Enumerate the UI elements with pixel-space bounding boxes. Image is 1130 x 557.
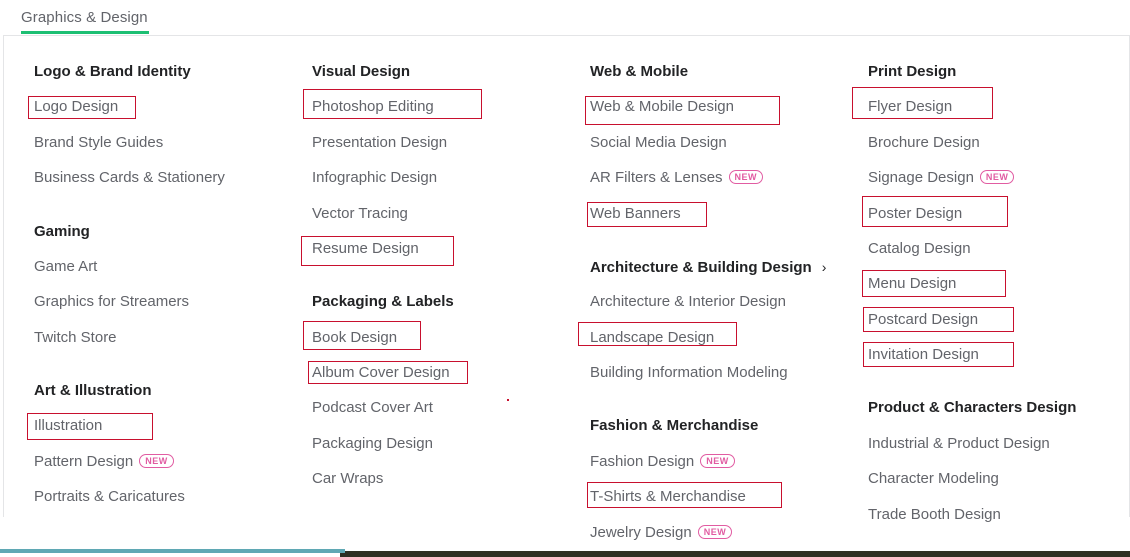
hero-image-edge xyxy=(340,551,1130,557)
menu-item-podcast-cover-art[interactable]: Podcast Cover Art xyxy=(312,399,433,417)
new-badge: NEW xyxy=(979,170,1015,184)
menu-item-pattern-design[interactable]: Pattern Design NEW xyxy=(34,453,174,471)
new-badge: NEW xyxy=(139,454,174,468)
menu-item-vector-tracing[interactable]: Vector Tracing xyxy=(312,205,408,223)
menu-heading-label: Architecture & Building Design xyxy=(590,259,812,276)
menu-heading-gaming: Gaming xyxy=(34,223,90,240)
menu-heading-web-mobile: Web & Mobile xyxy=(590,63,689,80)
menu-item-jewelry-design[interactable]: Jewelry Design NEW xyxy=(590,524,733,542)
menu-item-trade-booth-design[interactable]: Trade Booth Design xyxy=(868,506,1001,524)
new-badge: NEW xyxy=(700,454,735,468)
menu-item-packaging-design[interactable]: Packaging Design xyxy=(312,435,433,453)
menu-heading-visual-design: Visual Design xyxy=(312,63,411,80)
menu-item-tshirts-merchandise[interactable]: T-Shirts & Merchandise xyxy=(590,488,746,506)
menu-item-brochure-design[interactable]: Brochure Design xyxy=(868,134,980,152)
menu-item-graphics-for-streamers[interactable]: Graphics for Streamers xyxy=(34,293,189,311)
menu-item-label: AR Filters & Lenses xyxy=(590,169,723,186)
menu-item-landscape-design[interactable]: Landscape Design xyxy=(590,329,714,347)
menu-item-industrial-product-design[interactable]: Industrial & Product Design xyxy=(868,435,1050,453)
mega-menu-panel: Logo & Brand Identity Logo Design Brand … xyxy=(3,35,1130,541)
menu-item-catalog-design[interactable]: Catalog Design xyxy=(868,240,971,258)
menu-item-postcard-design[interactable]: Postcard Design xyxy=(868,311,978,329)
menu-item-resume-design[interactable]: Resume Design xyxy=(312,240,419,258)
menu-item-illustration[interactable]: Illustration xyxy=(34,417,102,435)
menu-item-book-design[interactable]: Book Design xyxy=(312,329,397,347)
menu-item-fashion-design[interactable]: Fashion Design NEW xyxy=(590,453,735,471)
menu-heading-architecture-building-design[interactable]: Architecture & Building Design › xyxy=(590,258,826,277)
menu-item-label: Pattern Design xyxy=(34,453,134,470)
hero-accent-bar xyxy=(0,549,345,553)
menu-heading-print-design: Print Design xyxy=(868,63,957,80)
new-badge: NEW xyxy=(697,525,733,539)
menu-heading-product-characters-design: Product & Characters Design xyxy=(868,399,1077,416)
menu-item-web-mobile-design[interactable]: Web & Mobile Design xyxy=(590,98,734,116)
menu-item-logo-design[interactable]: Logo Design xyxy=(34,98,118,116)
active-tab-indicator xyxy=(21,31,149,34)
menu-item-architecture-interior-design[interactable]: Architecture & Interior Design xyxy=(590,293,786,311)
menu-item-album-cover-design[interactable]: Album Cover Design xyxy=(312,364,450,382)
menu-heading-fashion-merchandise: Fashion & Merchandise xyxy=(590,417,759,434)
new-badge: NEW xyxy=(728,170,764,184)
menu-item-web-banners[interactable]: Web Banners xyxy=(590,205,681,223)
menu-heading-logo-brand-identity: Logo & Brand Identity xyxy=(34,63,191,80)
menu-item-building-information-modeling[interactable]: Building Information Modeling xyxy=(590,364,788,382)
menu-heading-packaging-labels: Packaging & Labels xyxy=(312,293,454,310)
menu-heading-art-illustration: Art & Illustration xyxy=(34,382,152,399)
menu-item-presentation-design[interactable]: Presentation Design xyxy=(312,134,447,152)
menu-item-portraits-caricatures[interactable]: Portraits & Caricatures xyxy=(34,488,185,506)
menu-item-poster-design[interactable]: Poster Design xyxy=(868,205,962,223)
menu-item-ar-filters-lenses[interactable]: AR Filters & Lenses NEW xyxy=(590,169,764,187)
menu-item-social-media-design[interactable]: Social Media Design xyxy=(590,134,727,152)
menu-item-photoshop-editing[interactable]: Photoshop Editing xyxy=(312,98,434,116)
menu-item-twitch-store[interactable]: Twitch Store xyxy=(34,329,117,347)
tab-graphics-design[interactable]: Graphics & Design xyxy=(21,9,148,26)
category-nav: Graphics & Design xyxy=(0,0,1130,34)
annotation-mark xyxy=(507,399,509,401)
menu-item-label: Jewelry Design xyxy=(590,524,692,541)
menu-item-flyer-design[interactable]: Flyer Design xyxy=(868,98,952,116)
chevron-right-icon: › xyxy=(821,259,827,275)
menu-item-invitation-design[interactable]: Invitation Design xyxy=(868,346,979,364)
menu-item-label: Signage Design xyxy=(868,169,974,186)
menu-item-brand-style-guides[interactable]: Brand Style Guides xyxy=(34,134,163,152)
menu-item-menu-design[interactable]: Menu Design xyxy=(868,275,956,293)
menu-item-game-art[interactable]: Game Art xyxy=(34,258,97,276)
menu-item-infographic-design[interactable]: Infographic Design xyxy=(312,169,437,187)
menu-item-character-modeling[interactable]: Character Modeling xyxy=(868,470,999,488)
menu-item-business-cards-stationery[interactable]: Business Cards & Stationery xyxy=(34,169,225,187)
menu-item-car-wraps[interactable]: Car Wraps xyxy=(312,470,383,488)
menu-item-label: Fashion Design xyxy=(590,453,695,470)
menu-item-signage-design[interactable]: Signage Design NEW xyxy=(868,169,1015,187)
